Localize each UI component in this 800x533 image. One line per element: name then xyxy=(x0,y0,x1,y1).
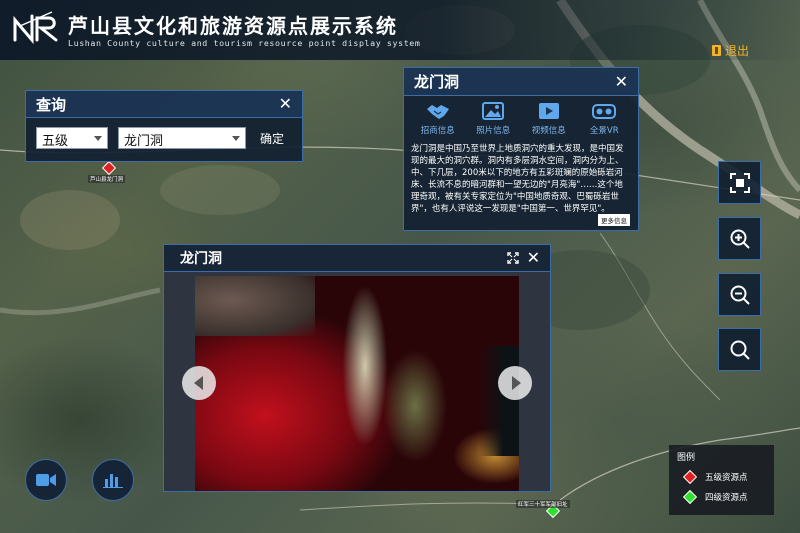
exit-icon xyxy=(712,45,721,56)
info-tabs: 招商信息 照片信息 视频信息 全景VR xyxy=(404,96,638,136)
level-select-value: 五级 xyxy=(42,134,69,149)
previous-photo-button[interactable] xyxy=(182,366,216,400)
cave-photo xyxy=(195,276,519,491)
search-button[interactable] xyxy=(718,328,761,371)
tab-video-info[interactable]: 视频信息 xyxy=(524,100,574,136)
chevron-down-icon xyxy=(232,136,240,141)
photo-viewer: 龙门洞 ✕ xyxy=(163,244,551,492)
close-icon[interactable]: ✕ xyxy=(615,73,628,90)
app-title: 芦山县文化和旅游资源点展示系统 xyxy=(68,14,398,38)
info-panel: 龙门洞 ✕ 招商信息 照片信息 视频信息 全景VR 龙门洞是中国乃至世界上地质洞… xyxy=(403,67,639,231)
arrow-right-icon xyxy=(511,376,521,390)
handshake-icon xyxy=(426,105,449,119)
fullscreen-button[interactable] xyxy=(718,161,761,204)
legend-item: 五级资源点 xyxy=(677,469,766,485)
query-panel: 查询 ✕ 五级 龙门洞 确定 xyxy=(25,90,303,162)
next-photo-button[interactable] xyxy=(498,366,532,400)
map-legend: 图例 五级资源点 四级资源点 xyxy=(669,445,774,515)
green-diamond-icon xyxy=(682,489,698,505)
logout-button[interactable]: 退出 xyxy=(712,42,749,59)
tab-label: 全景VR xyxy=(589,126,619,136)
close-icon[interactable]: ✕ xyxy=(279,96,292,112)
resource-select-value: 龙门洞 xyxy=(124,134,164,149)
bar-chart-icon xyxy=(103,474,123,488)
viewer-header: 龙门洞 ✕ xyxy=(164,245,550,272)
viewer-title: 龙门洞 xyxy=(180,251,222,267)
zoom-out-icon xyxy=(730,285,750,305)
logo-icon xyxy=(13,11,58,44)
query-panel-header: 查询 ✕ xyxy=(26,91,302,118)
legend-item-label: 五级资源点 xyxy=(705,473,748,483)
info-panel-title: 龙门洞 xyxy=(414,73,460,91)
tab-investment-info[interactable]: 招商信息 xyxy=(413,100,463,136)
statistics-button[interactable] xyxy=(92,459,134,501)
photo-icon xyxy=(482,102,505,120)
level-select[interactable]: 五级 xyxy=(36,127,108,149)
video-camera-button[interactable] xyxy=(25,459,67,501)
tab-label: 招商信息 xyxy=(420,126,455,136)
legend-title: 图例 xyxy=(677,453,696,463)
red-diamond-icon xyxy=(682,469,698,485)
resource-description: 龙门洞是中国乃至世界上地质洞穴的重大发现，是中国发现的最大的洞穴群。洞内有多层洞… xyxy=(411,144,624,214)
map-marker-label: 红军三十军军部旧址 xyxy=(516,500,570,508)
tab-label: 照片信息 xyxy=(476,126,511,136)
search-icon xyxy=(730,340,750,360)
zoom-in-button[interactable] xyxy=(718,217,761,260)
tab-label: 视频信息 xyxy=(531,126,566,136)
confirm-button[interactable]: 确定 xyxy=(260,130,284,147)
zoom-in-icon xyxy=(730,229,750,249)
legend-item: 四级资源点 xyxy=(677,489,766,505)
video-camera-icon xyxy=(36,474,56,486)
tab-vr-panorama[interactable]: 全景VR xyxy=(579,100,629,136)
map-marker-label: 芦山县龙门洞 xyxy=(88,175,126,183)
arrow-left-icon xyxy=(193,376,203,390)
resource-select[interactable]: 龙门洞 xyxy=(118,127,246,149)
app-subtitle: Lushan County culture and tourism resour… xyxy=(68,38,421,48)
more-info-button[interactable]: 更多信息 xyxy=(598,214,630,226)
video-icon xyxy=(538,103,559,119)
app-header: 芦山县文化和旅游资源点展示系统 Lushan County culture an… xyxy=(0,0,800,60)
tab-photo-info[interactable]: 照片信息 xyxy=(468,100,518,136)
zoom-out-button[interactable] xyxy=(718,273,761,316)
query-panel-title: 查询 xyxy=(36,95,67,114)
info-panel-header: 龙门洞 ✕ xyxy=(404,68,638,96)
vr-icon xyxy=(592,104,617,119)
logout-label: 退出 xyxy=(725,44,750,58)
chevron-down-icon xyxy=(94,136,102,141)
fullscreen-icon xyxy=(729,172,750,193)
expand-icon[interactable] xyxy=(506,252,519,264)
legend-item-label: 四级资源点 xyxy=(705,493,748,503)
close-icon[interactable]: ✕ xyxy=(527,250,540,266)
